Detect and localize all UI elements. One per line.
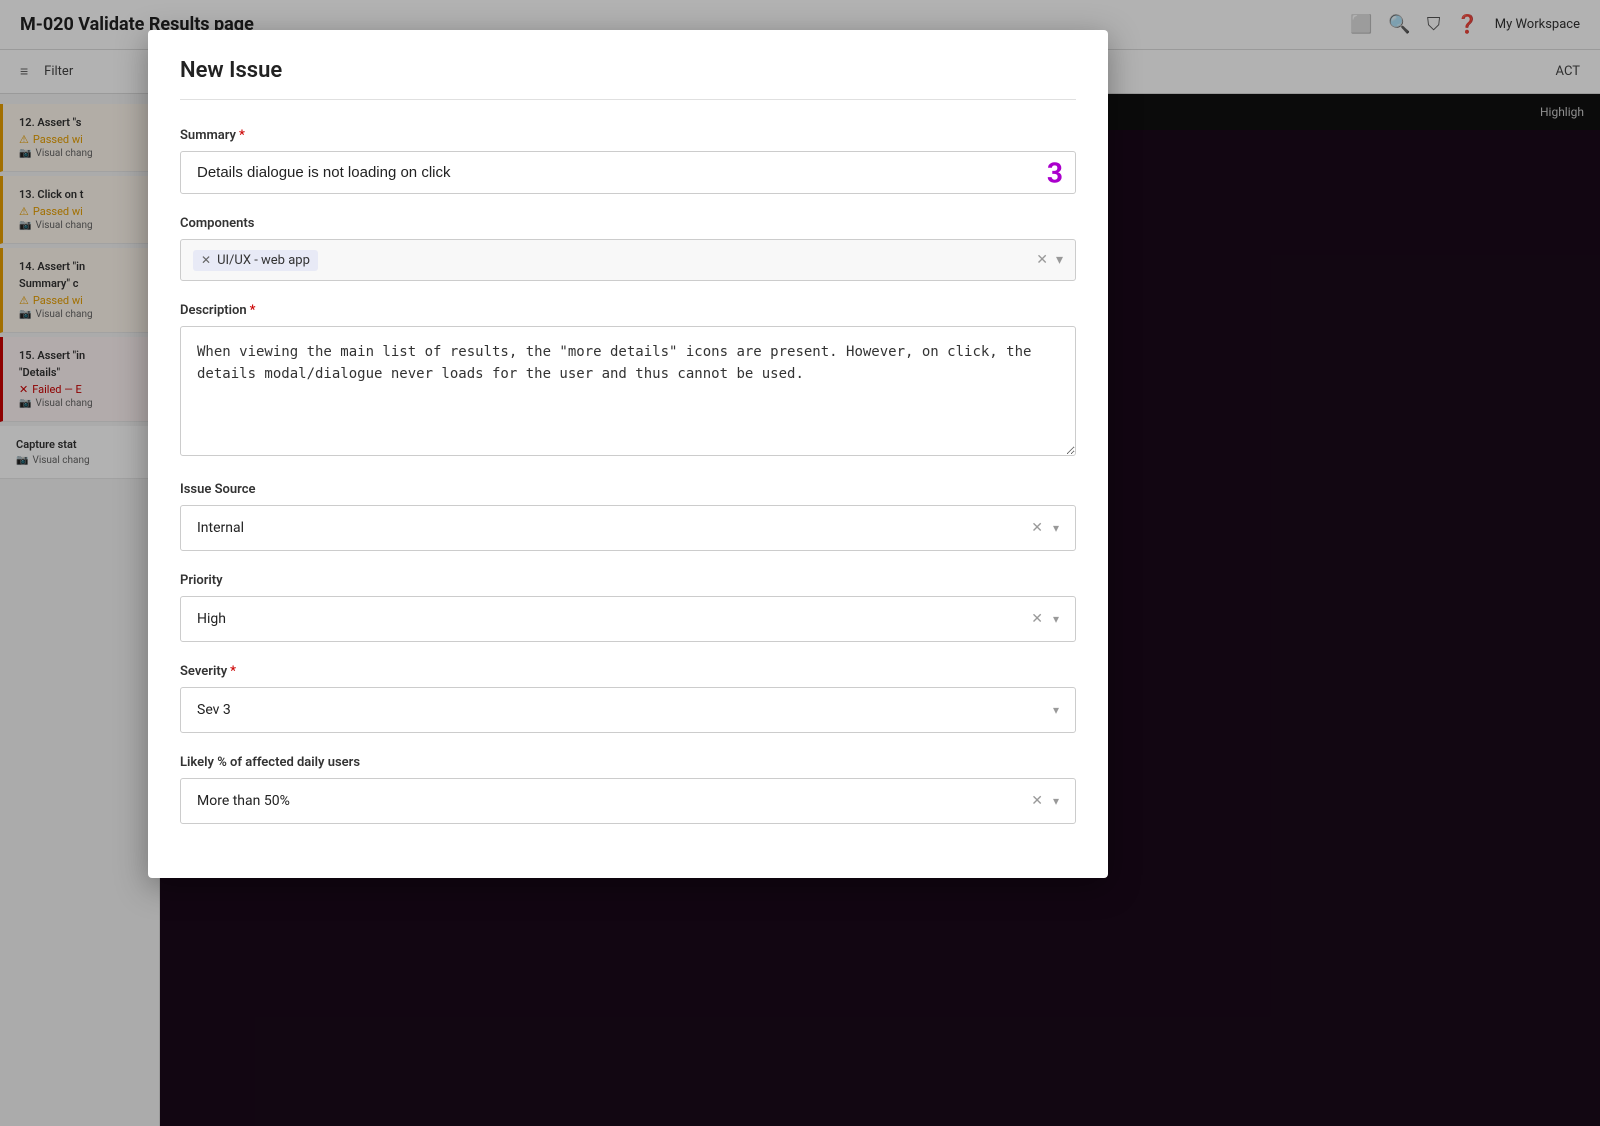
- summary-counter: 3: [1047, 156, 1063, 189]
- modal-title: New Issue: [180, 58, 1076, 100]
- components-clear-icon[interactable]: ✕: [1036, 252, 1048, 268]
- priority-dropdown[interactable]: High ✕ ▾: [180, 596, 1076, 642]
- issue-source-label: Issue Source: [180, 482, 1076, 497]
- components-select-actions: ✕ ▾: [1036, 252, 1063, 268]
- issue-source-chevron[interactable]: ▾: [1053, 521, 1059, 535]
- components-section: Components ✕ UI/UX - web app ✕ ▾: [180, 216, 1076, 281]
- components-label: Components: [180, 216, 1076, 231]
- severity-value: Sev 3: [197, 702, 1053, 718]
- new-issue-modal: New Issue Summary * 3 Components ✕ UI/UX…: [148, 30, 1108, 878]
- affected-users-section: Likely % of affected daily users More th…: [180, 755, 1076, 824]
- priority-clear[interactable]: ✕: [1031, 611, 1043, 627]
- affected-users-label: Likely % of affected daily users: [180, 755, 1076, 770]
- description-label: Description *: [180, 303, 1076, 318]
- issue-source-clear[interactable]: ✕: [1031, 520, 1043, 536]
- affected-users-clear[interactable]: ✕: [1031, 793, 1043, 809]
- description-textarea[interactable]: When viewing the main list of results, t…: [180, 326, 1076, 456]
- priority-label: Priority: [180, 573, 1076, 588]
- affected-users-value: More than 50%: [197, 793, 1031, 809]
- priority-value: High: [197, 611, 1031, 627]
- affected-users-actions: ✕ ▾: [1031, 793, 1059, 809]
- description-section: Description * When viewing the main list…: [180, 303, 1076, 460]
- component-tag-label: UI/UX - web app: [217, 253, 310, 268]
- severity-chevron[interactable]: ▾: [1053, 703, 1059, 717]
- summary-input[interactable]: [181, 152, 1075, 193]
- components-chevron-icon[interactable]: ▾: [1056, 252, 1063, 268]
- issue-source-value: Internal: [197, 520, 1031, 536]
- summary-label: Summary *: [180, 128, 1076, 143]
- issue-source-actions: ✕ ▾: [1031, 520, 1059, 536]
- issue-source-section: Issue Source Internal ✕ ▾: [180, 482, 1076, 551]
- severity-required: *: [230, 664, 236, 679]
- severity-dropdown[interactable]: Sev 3 ▾: [180, 687, 1076, 733]
- components-select[interactable]: ✕ UI/UX - web app ✕ ▾: [180, 239, 1076, 281]
- description-required: *: [250, 303, 256, 318]
- component-tag: ✕ UI/UX - web app: [193, 250, 318, 271]
- priority-actions: ✕ ▾: [1031, 611, 1059, 627]
- summary-input-wrapper: 3: [180, 151, 1076, 194]
- severity-label: Severity *: [180, 664, 1076, 679]
- severity-section: Severity * Sev 3 ▾: [180, 664, 1076, 733]
- priority-chevron[interactable]: ▾: [1053, 612, 1059, 626]
- affected-users-dropdown[interactable]: More than 50% ✕ ▾: [180, 778, 1076, 824]
- issue-source-dropdown[interactable]: Internal ✕ ▾: [180, 505, 1076, 551]
- affected-users-chevron[interactable]: ▾: [1053, 794, 1059, 808]
- summary-required: *: [239, 128, 245, 143]
- summary-section: Summary * 3: [180, 128, 1076, 194]
- priority-section: Priority High ✕ ▾: [180, 573, 1076, 642]
- component-tag-close[interactable]: ✕: [201, 253, 211, 267]
